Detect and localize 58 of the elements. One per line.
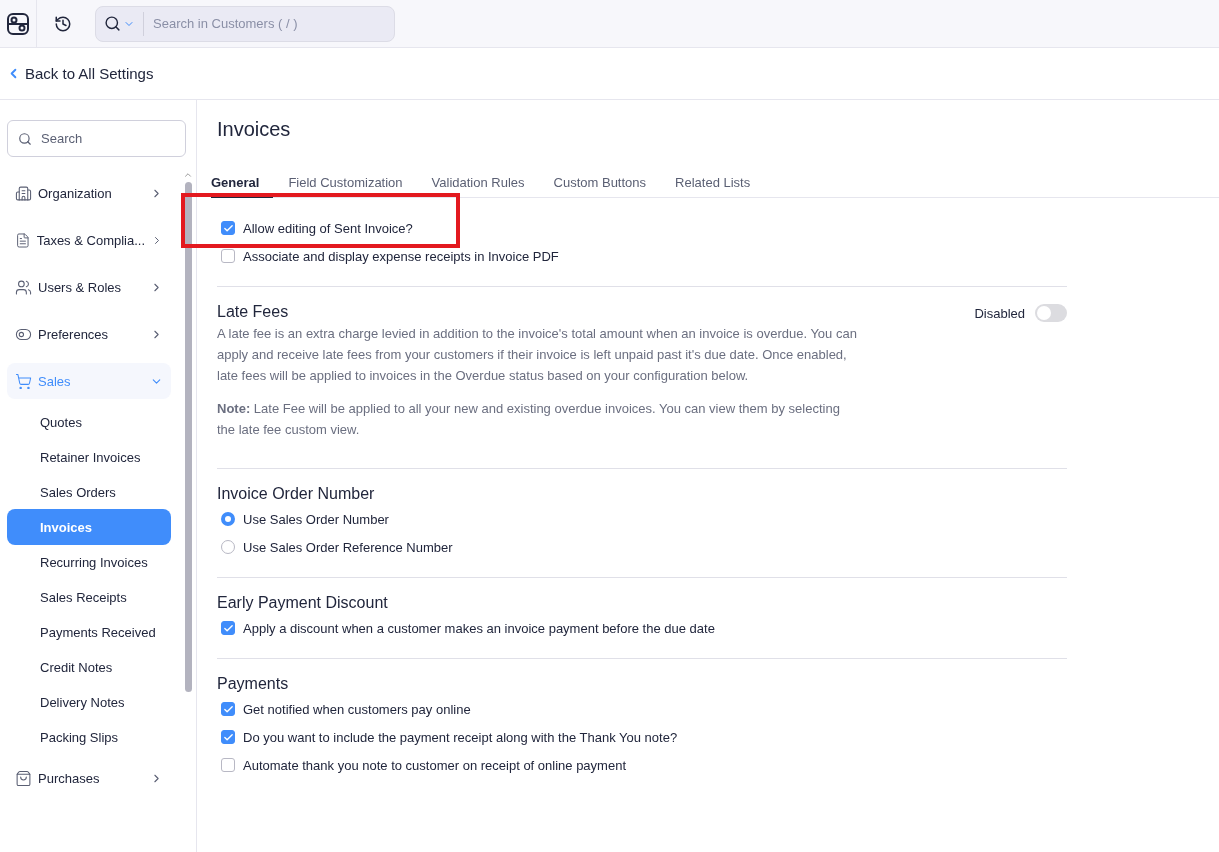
checkbox-label: Associate and display expense receipts in Invoice PDF — [243, 248, 559, 264]
section-title: Invoice Order Number — [217, 485, 376, 503]
logo-icon — [6, 11, 30, 36]
sidebar-item[interactable]: Taxes & Complia... — [7, 222, 171, 258]
section-title: Early Payment Discount — [217, 594, 389, 612]
checkbox[interactable] — [221, 249, 235, 263]
sidebar-subitem[interactable]: Retainer Invoices — [7, 439, 171, 475]
sidebar-subitem[interactable]: Sales Orders — [7, 474, 171, 510]
sidebar-subitem[interactable]: Payments Received — [7, 614, 171, 650]
sidebar-item[interactable]: Purchases — [7, 760, 171, 796]
section-title: Late Fees — [217, 303, 289, 321]
radio-button[interactable] — [221, 512, 235, 526]
sidebar-subitem[interactable]: Recurring Invoices — [7, 544, 171, 580]
search-field[interactable]: Search in Customers ( / ) — [95, 5, 395, 42]
sidebar-subitem[interactable]: Delivery Notes — [7, 684, 171, 720]
search-input[interactable]: Search in Customers ( / ) — [144, 15, 394, 32]
description-text: Note: Late Fee will be applied to all your new and existing overdue invoices. You can view them by selecting the late fee custom view. — [217, 400, 841, 439]
tab[interactable]: Custom Buttons — [553, 174, 661, 198]
search-icon — [104, 15, 121, 32]
sidebar-subitem[interactable]: Quotes — [7, 404, 171, 440]
checkbox[interactable] — [221, 702, 235, 716]
toggle-label: Disabled — [974, 305, 1025, 321]
section-icon — [15, 769, 32, 787]
sidebar-item[interactable]: Users & Roles — [7, 269, 171, 305]
sidebar-item[interactable]: Organization — [7, 175, 171, 211]
sidebar-subitem[interactable]: Sales Receipts — [7, 579, 171, 615]
sidebar-item[interactable]: Preferences — [7, 316, 171, 352]
tab[interactable]: General — [211, 174, 274, 198]
checkbox-label: Automate thank you note to customer on receipt of online payment — [243, 757, 626, 773]
section-icon — [15, 278, 32, 296]
checkbox[interactable] — [221, 221, 235, 235]
checkbox[interactable] — [221, 621, 235, 635]
section-icon — [15, 231, 31, 249]
search-icon — [18, 131, 32, 146]
sidebar-search-field[interactable]: Search — [7, 120, 186, 157]
checkbox[interactable] — [221, 730, 235, 744]
tab[interactable]: Related Lists — [675, 174, 765, 198]
checkbox-label: Apply a discount when a customer makes an invoice payment before the due date — [243, 620, 715, 636]
tab[interactable]: Validation Rules — [431, 174, 539, 198]
checkbox[interactable] — [221, 758, 235, 772]
section-icon — [15, 184, 32, 202]
radio-label: Use Sales Order Number — [243, 511, 389, 527]
description-text: A late fee is an extra charge levied in addition to the invoice's total amount when an invoice is overdue. You can apply and receive late fees from your customers if their invoice is left unpaid past it's due date. Once enabled, late fees will be applied to invoices in the Overdue status based on your configuration below. — [217, 325, 857, 385]
page-title: Invoices — [217, 118, 292, 142]
radio-button[interactable] — [221, 540, 235, 554]
toggle-switch[interactable] — [1035, 304, 1067, 322]
checkbox-label: Allow editing of Sent Invoice? — [243, 220, 413, 236]
history-icon — [54, 14, 72, 33]
sidebar-subitem[interactable]: Packing Slips — [7, 719, 171, 755]
checkbox-label: Do you want to include the payment receipt along with the Thank You note? — [243, 729, 678, 745]
checkbox-label: Get notified when customers pay online — [243, 701, 471, 717]
back-link[interactable]: Back to All Settings — [0, 48, 1219, 100]
section-title: Payments — [217, 675, 290, 693]
chevron-up-icon — [183, 170, 193, 180]
tab[interactable]: Field Customization — [288, 174, 417, 198]
radio-label: Use Sales Order Reference Number — [243, 539, 453, 555]
sidebar-subitem[interactable]: Credit Notes — [7, 649, 171, 685]
section-icon — [15, 372, 32, 390]
